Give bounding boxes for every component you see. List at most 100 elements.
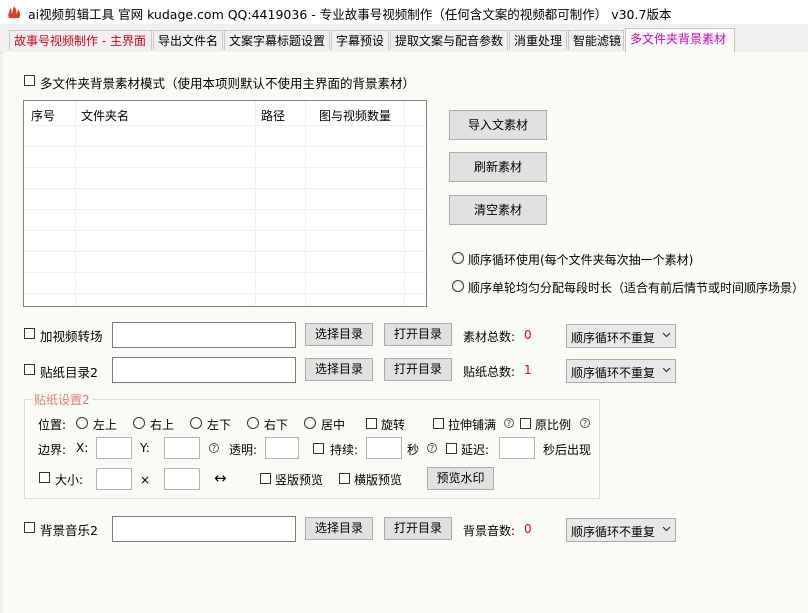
transition-dir-input[interactable] <box>112 322 296 348</box>
position-bottom-left-label: 左下 <box>207 418 232 432</box>
landscape-preview-checkbox[interactable] <box>339 473 350 484</box>
chevron-down-icon <box>662 332 671 338</box>
transition-open-dir-button[interactable]: 打开目录 <box>384 323 452 346</box>
transition-checkbox[interactable] <box>24 328 35 339</box>
delay-input[interactable] <box>499 437 535 459</box>
position-bottom-right-label: 右下 <box>264 418 289 432</box>
column-header-path[interactable]: 路径 <box>261 107 285 124</box>
help-icon[interactable]: ? <box>209 443 219 453</box>
tab-multi-folder-bg[interactable]: 多文件夹背景素材 <box>625 28 735 53</box>
delay-checkbox[interactable] <box>446 443 457 454</box>
size-label: 大小: <box>55 473 84 487</box>
size-checkbox[interactable] <box>39 472 50 483</box>
sticker-checkbox[interactable] <box>24 364 35 375</box>
position-top-left-radio[interactable] <box>76 417 88 429</box>
help-icon[interactable]: ? <box>580 418 590 428</box>
duration-checkbox[interactable] <box>313 443 324 454</box>
transition-order-value: 顺序循环不重复 <box>571 331 656 345</box>
column-header-media-count[interactable]: 图与视频数量 <box>319 107 391 124</box>
portrait-preview-checkbox[interactable] <box>260 473 271 484</box>
position-center-label: 居中 <box>321 418 346 432</box>
size-width-input[interactable] <box>96 468 132 490</box>
import-material-button[interactable]: 导入文素材 <box>449 110 547 140</box>
tab-extract-voice[interactable]: 提取文案与配音参数 <box>390 30 508 50</box>
preview-watermark-button[interactable]: 预览水印 <box>427 467 494 490</box>
position-bottom-right-radio[interactable] <box>247 417 259 429</box>
size-times-symbol: × <box>140 473 151 487</box>
column-divider <box>75 101 76 306</box>
position-top-right-label: 右上 <box>150 418 175 432</box>
column-divider <box>255 101 256 306</box>
swap-arrows-icon[interactable]: ↔ <box>214 469 227 487</box>
help-icon[interactable]: ? <box>427 443 437 453</box>
material-count-value: 0 <box>524 328 532 342</box>
tab-bar: 故事号视频制作 - 主界面 导出文件名 文案字幕标题设置 字幕预设 提取文案与配… <box>0 28 808 53</box>
clear-material-button[interactable]: 清空素材 <box>449 195 547 225</box>
sequential-mode-label: 顺序循环使用(每个文件夹每次抽一个素材) <box>468 253 694 267</box>
original-ratio-checkbox[interactable] <box>520 418 531 429</box>
border-label: 边界: <box>38 443 67 457</box>
rotate-checkbox[interactable] <box>366 418 377 429</box>
help-icon[interactable]: ? <box>504 418 514 428</box>
border-y-input[interactable] <box>164 437 200 459</box>
column-header-index[interactable]: 序号 <box>31 107 55 124</box>
position-label: 位置: <box>38 418 67 432</box>
bg-music-dir-input[interactable] <box>112 516 296 542</box>
multi-folder-mode-checkbox[interactable] <box>24 75 35 86</box>
column-header-folder[interactable]: 文件夹名 <box>81 107 129 124</box>
bg-music-order-select[interactable]: 顺序循环不重复 <box>566 518 676 542</box>
transition-label: 加视频转场 <box>40 329 103 344</box>
tab-subtitle-presets[interactable]: 字幕预设 <box>331 30 389 50</box>
title-bar: ai视频剪辑工具 官网 kudage.com QQ:4419036 - 专业故事… <box>0 0 808 24</box>
bg-music-checkbox[interactable] <box>24 522 35 533</box>
position-top-right-radio[interactable] <box>133 417 145 429</box>
stretch-fill-label: 拉伸铺满 <box>448 418 497 432</box>
tab-dedup[interactable]: 消重处理 <box>509 30 567 50</box>
column-divider <box>404 101 405 306</box>
tab-smart-filter[interactable]: 智能滤镜 <box>568 30 624 50</box>
stretch-fill-checkbox[interactable] <box>433 418 444 429</box>
folder-list[interactable]: 序号 文件夹名 路径 图与视频数量 <box>23 100 427 307</box>
duration-seconds-label: 秒 <box>407 443 420 457</box>
sticker-label: 贴纸目录2 <box>40 365 98 380</box>
tab-main[interactable]: 故事号视频制作 - 主界面 <box>9 30 152 50</box>
grid-line <box>24 230 426 231</box>
border-x-input[interactable] <box>96 437 132 459</box>
chevron-down-icon <box>662 526 671 532</box>
sticker-choose-dir-button[interactable]: 选择目录 <box>305 358 373 381</box>
refresh-material-button[interactable]: 刷新素材 <box>449 152 547 182</box>
grid-line <box>24 209 426 210</box>
grid-line <box>24 188 426 189</box>
material-count-label: 素材总数: <box>463 330 516 344</box>
even-mode-radio[interactable] <box>452 280 464 292</box>
transition-order-select[interactable]: 顺序循环不重复 <box>566 324 676 348</box>
sequential-mode-radio[interactable] <box>452 252 464 264</box>
original-ratio-label: 原比例 <box>535 418 572 432</box>
multi-folder-mode-label: 多文件夹背景素材模式（使用本项则默认不使用主界面的背景素材） <box>40 76 416 91</box>
opacity-input[interactable] <box>265 437 299 459</box>
position-top-left-label: 左上 <box>93 418 118 432</box>
position-bottom-left-radio[interactable] <box>190 417 202 429</box>
sticker-count-label: 贴纸总数: <box>463 365 516 379</box>
bg-music-choose-dir-button[interactable]: 选择目录 <box>305 517 373 540</box>
y-label: Y: <box>140 441 150 455</box>
bg-music-order-value: 顺序循环不重复 <box>571 525 656 539</box>
tab-subtitle-settings[interactable]: 文案字幕标题设置 <box>224 30 330 50</box>
grid-line <box>24 146 426 147</box>
size-height-input[interactable] <box>164 468 200 490</box>
chevron-down-icon <box>662 367 671 373</box>
duration-input[interactable] <box>366 437 402 459</box>
tab-export-filename[interactable]: 导出文件名 <box>153 30 223 50</box>
bg-music-open-dir-button[interactable]: 打开目录 <box>384 517 452 540</box>
grid-line <box>24 251 426 252</box>
transition-choose-dir-button[interactable]: 选择目录 <box>305 323 373 346</box>
position-center-radio[interactable] <box>304 417 316 429</box>
sticker-open-dir-button[interactable]: 打开目录 <box>384 358 452 381</box>
delay-label: 延迟: <box>461 443 490 457</box>
window-title: ai视频剪辑工具 官网 kudage.com QQ:4419036 - 专业故事… <box>28 7 672 22</box>
landscape-preview-label: 横版预览 <box>354 473 403 487</box>
sticker-dir-input[interactable] <box>112 357 296 383</box>
rotate-label: 旋转 <box>381 418 406 432</box>
sticker-order-select[interactable]: 顺序循环不重复 <box>566 359 676 383</box>
even-mode-label: 顺序单轮均匀分配每段时长（适合有前后情节或时间顺序场景） <box>468 281 805 295</box>
